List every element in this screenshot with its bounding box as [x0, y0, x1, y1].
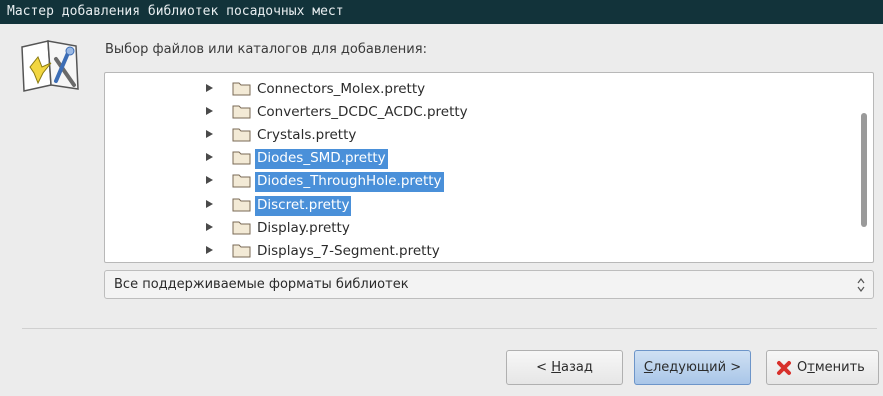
expander-arrow-icon[interactable]: [206, 84, 213, 92]
folder-icon: [232, 198, 251, 212]
folder-icon: [232, 105, 251, 119]
expander-arrow-icon[interactable]: [206, 246, 213, 254]
cancel-button[interactable]: Отменить: [766, 350, 879, 385]
tree-row[interactable]: Display.pretty: [105, 217, 845, 239]
folder-icon: [232, 82, 251, 96]
back-prefix: <: [536, 360, 552, 375]
button-divider: [22, 328, 877, 329]
expander-arrow-icon[interactable]: [206, 153, 213, 161]
expander-arrow-icon[interactable]: [206, 176, 213, 184]
library-format-select[interactable]: Все поддерживаемые форматы библиотек: [104, 270, 874, 299]
instruction-text: Выбор файлов или каталогов для добавлени…: [105, 42, 427, 57]
folder-icon: [232, 128, 251, 142]
expander-arrow-icon[interactable]: [206, 223, 213, 231]
tree-item-label: Converters_DCDC_ACDC.pretty: [257, 104, 468, 120]
expander-arrow-icon[interactable]: [206, 200, 213, 208]
library-file-tree[interactable]: Connectors_Molex.pretty Converters_DCDC_A…: [104, 72, 874, 263]
tree-row[interactable]: Diodes_SMD.pretty: [105, 147, 845, 169]
cancel-rest: менить: [814, 360, 865, 375]
expander-arrow-icon[interactable]: [206, 107, 213, 115]
cancel-accel: т: [807, 360, 815, 375]
scrollbar-thumb[interactable]: [861, 113, 867, 227]
folder-icon: [232, 174, 251, 188]
back-rest: азад: [560, 360, 593, 375]
tree-row[interactable]: Connectors_Molex.pretty: [105, 78, 845, 100]
cancel-x-icon: [777, 361, 791, 375]
window-title: Мастер добавления библиотек посадочных м…: [0, 0, 883, 24]
tree-item-label: Crystals.pretty: [257, 127, 357, 143]
next-rest: ледующий >: [652, 360, 742, 375]
tree-item-label: Display.pretty: [257, 220, 350, 236]
wizard-book-icon: [21, 40, 79, 92]
back-button[interactable]: < Назад: [506, 350, 623, 385]
tree-item-label: Diodes_ThroughHole.pretty: [255, 172, 444, 192]
tree-scrollbar[interactable]: [857, 73, 873, 262]
folder-icon: [232, 221, 251, 235]
tree-item-label: Connectors_Molex.pretty: [257, 81, 426, 97]
tree-row[interactable]: Converters_DCDC_ACDC.pretty: [105, 101, 845, 123]
format-select-value: Все поддерживаемые форматы библиотек: [114, 277, 409, 292]
tree-row[interactable]: Diodes_ThroughHole.pretty: [105, 170, 845, 192]
folder-icon: [232, 151, 251, 165]
tree-row[interactable]: Displays_7-Segment.pretty: [105, 240, 845, 262]
spinner-arrows-icon: [857, 278, 865, 292]
tree-row[interactable]: Crystals.pretty: [105, 124, 845, 146]
next-accel: С: [643, 360, 653, 375]
folder-icon: [232, 244, 251, 258]
tree-item-label: Displays_7-Segment.pretty: [257, 243, 440, 259]
back-accel: Н: [551, 360, 561, 375]
next-button[interactable]: Следующий >: [634, 350, 751, 385]
tree-row[interactable]: Discret.pretty: [105, 194, 845, 216]
tree-item-label: Diodes_SMD.pretty: [255, 149, 388, 169]
expander-arrow-icon[interactable]: [206, 130, 213, 138]
cancel-pre: О: [797, 360, 808, 375]
tree-item-label: Discret.pretty: [255, 196, 352, 216]
